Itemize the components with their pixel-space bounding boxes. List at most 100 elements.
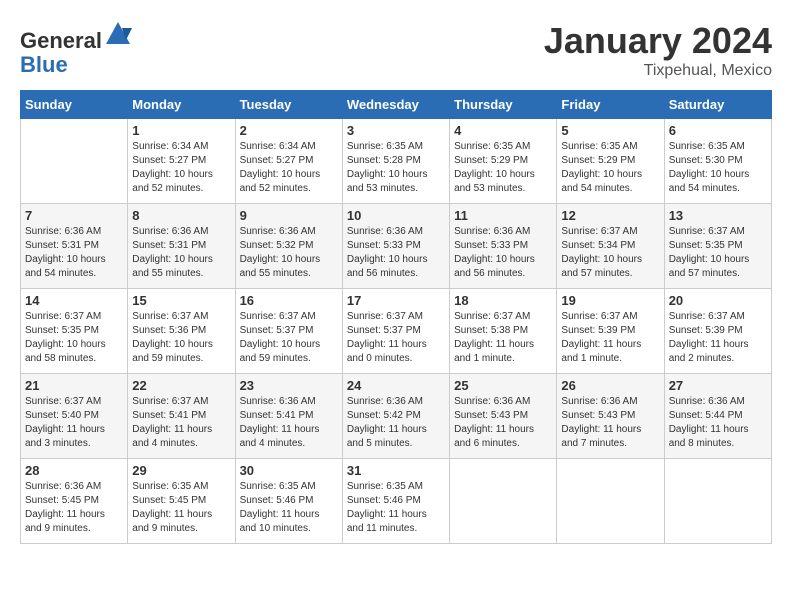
day-number: 28 [25, 463, 123, 478]
day-info: Sunrise: 6:34 AMSunset: 5:27 PMDaylight:… [132, 140, 230, 196]
calendar-cell: 6Sunrise: 6:35 AMSunset: 5:30 PMDaylight… [664, 119, 771, 204]
calendar-cell: 30 Sunrise: 6:35 AMSunset: 5:46 PMDayligh… [235, 459, 342, 544]
day-info: Sunrise: 6:37 AMSunset: 5:40 PMDaylight:… [25, 395, 123, 451]
calendar-cell: 23 Sunrise: 6:36 AMSunset: 5:41 PMDayligh… [235, 374, 342, 459]
calendar-cell: 27 Sunrise: 6:36 AMSunset: 5:44 PMDayligh… [664, 374, 771, 459]
day-info: Sunrise: 6:35 AMSunset: 5:46 PMDaylight:… [240, 480, 338, 536]
calendar-cell [664, 459, 771, 544]
day-number: 22 [132, 378, 230, 393]
calendar-week-row: 21Sunrise: 6:37 AMSunset: 5:40 PMDayligh… [21, 374, 772, 459]
day-number: 9 [240, 208, 338, 223]
day-info: Sunrise: 6:37 AMSunset: 5:39 PMDaylight:… [561, 310, 659, 366]
day-info: Sunrise: 6:36 AMSunset: 5:33 PMDaylight:… [347, 225, 445, 281]
title-area: January 2024 Tixpehual, Mexico [544, 20, 772, 80]
day-number: 3 [347, 123, 445, 138]
day-number: 14 [25, 293, 123, 308]
calendar-cell: 17Sunrise: 6:37 AMSunset: 5:37 PMDayligh… [342, 289, 449, 374]
day-number: 16 [240, 293, 338, 308]
day-info: Sunrise: 6:37 AMSunset: 5:35 PMDaylight:… [669, 225, 767, 281]
day-info: Sunrise: 6:37 AMSunset: 5:34 PMDaylight:… [561, 225, 659, 281]
day-info: Sunrise: 6:35 AMSunset: 5:46 PMDaylight:… [347, 480, 445, 536]
day-info: Sunrise: 6:35 AMSunset: 5:29 PMDaylight:… [454, 140, 552, 196]
calendar-cell: 28 Sunrise: 6:36 AMSunset: 5:45 PMDayligh… [21, 459, 128, 544]
header-row: SundayMondayTuesdayWednesdayThursdayFrid… [21, 91, 772, 119]
weekday-header: Friday [557, 91, 664, 119]
day-number: 2 [240, 123, 338, 138]
day-number: 5 [561, 123, 659, 138]
calendar-cell: 25 Sunrise: 6:36 AMSunset: 5:43 PMDayligh… [450, 374, 557, 459]
day-number: 24 [347, 378, 445, 393]
calendar-cell: 10Sunrise: 6:36 AMSunset: 5:33 PMDayligh… [342, 204, 449, 289]
day-number: 7 [25, 208, 123, 223]
calendar-table: SundayMondayTuesdayWednesdayThursdayFrid… [20, 90, 772, 544]
day-info: Sunrise: 6:36 AMSunset: 5:33 PMDaylight:… [454, 225, 552, 281]
day-info: Sunrise: 6:35 AMSunset: 5:29 PMDaylight:… [561, 140, 659, 196]
day-number: 25 [454, 378, 552, 393]
calendar-cell: 1 Sunrise: 6:34 AMSunset: 5:27 PMDaylight… [128, 119, 235, 204]
day-number: 20 [669, 293, 767, 308]
calendar-cell: 24 Sunrise: 6:36 AMSunset: 5:42 PMDayligh… [342, 374, 449, 459]
calendar-cell: 8 Sunrise: 6:36 AMSunset: 5:31 PMDaylight… [128, 204, 235, 289]
weekday-header: Monday [128, 91, 235, 119]
day-number: 19 [561, 293, 659, 308]
logo: General Blue [20, 20, 132, 77]
day-info: Sunrise: 6:36 AMSunset: 5:31 PMDaylight:… [25, 225, 123, 281]
day-info: Sunrise: 6:36 AMSunset: 5:45 PMDaylight:… [25, 480, 123, 536]
day-info: Sunrise: 6:37 AMSunset: 5:35 PMDaylight:… [25, 310, 123, 366]
day-number: 27 [669, 378, 767, 393]
day-info: Sunrise: 6:37 AMSunset: 5:36 PMDaylight:… [132, 310, 230, 366]
day-info: Sunrise: 6:37 AMSunset: 5:39 PMDaylight:… [669, 310, 767, 366]
day-info: Sunrise: 6:36 AMSunset: 5:42 PMDaylight:… [347, 395, 445, 451]
day-number: 11 [454, 208, 552, 223]
calendar-cell: 18Sunrise: 6:37 AMSunset: 5:38 PMDayligh… [450, 289, 557, 374]
day-info: Sunrise: 6:37 AMSunset: 5:37 PMDaylight:… [240, 310, 338, 366]
calendar-cell: 9 Sunrise: 6:36 AMSunset: 5:32 PMDaylight… [235, 204, 342, 289]
calendar-cell: 19 Sunrise: 6:37 AMSunset: 5:39 PMDayligh… [557, 289, 664, 374]
calendar-week-row: 7 Sunrise: 6:36 AMSunset: 5:31 PMDaylight… [21, 204, 772, 289]
calendar-cell: 29Sunrise: 6:35 AMSunset: 5:45 PMDayligh… [128, 459, 235, 544]
day-number: 23 [240, 378, 338, 393]
day-number: 13 [669, 208, 767, 223]
calendar-week-row: 14 Sunrise: 6:37 AMSunset: 5:35 PMDayligh… [21, 289, 772, 374]
calendar-cell: 7 Sunrise: 6:36 AMSunset: 5:31 PMDaylight… [21, 204, 128, 289]
day-info: Sunrise: 6:36 AMSunset: 5:43 PMDaylight:… [561, 395, 659, 451]
calendar-cell [557, 459, 664, 544]
day-number: 8 [132, 208, 230, 223]
logo-blue-text: Blue [20, 52, 68, 77]
calendar-cell: 2 Sunrise: 6:34 AMSunset: 5:27 PMDaylight… [235, 119, 342, 204]
day-number: 6 [669, 123, 767, 138]
day-info: Sunrise: 6:36 AMSunset: 5:31 PMDaylight:… [132, 225, 230, 281]
day-info: Sunrise: 6:35 AMSunset: 5:45 PMDaylight:… [132, 480, 230, 536]
day-info: Sunrise: 6:36 AMSunset: 5:32 PMDaylight:… [240, 225, 338, 281]
calendar-cell: 26Sunrise: 6:36 AMSunset: 5:43 PMDayligh… [557, 374, 664, 459]
day-number: 15 [132, 293, 230, 308]
day-info: Sunrise: 6:36 AMSunset: 5:41 PMDaylight:… [240, 395, 338, 451]
calendar-cell: 31 Sunrise: 6:35 AMSunset: 5:46 PMDayligh… [342, 459, 449, 544]
day-info: Sunrise: 6:34 AMSunset: 5:27 PMDaylight:… [240, 140, 338, 196]
calendar-cell: 22Sunrise: 6:37 AMSunset: 5:41 PMDayligh… [128, 374, 235, 459]
calendar-week-row: 1 Sunrise: 6:34 AMSunset: 5:27 PMDaylight… [21, 119, 772, 204]
day-info: Sunrise: 6:37 AMSunset: 5:38 PMDaylight:… [454, 310, 552, 366]
calendar-cell: 4 Sunrise: 6:35 AMSunset: 5:29 PMDaylight… [450, 119, 557, 204]
calendar-cell: 3Sunrise: 6:35 AMSunset: 5:28 PMDaylight… [342, 119, 449, 204]
weekday-header: Wednesday [342, 91, 449, 119]
location: Tixpehual, Mexico [544, 62, 772, 80]
calendar-cell: 11 Sunrise: 6:36 AMSunset: 5:33 PMDayligh… [450, 204, 557, 289]
calendar-cell: 20 Sunrise: 6:37 AMSunset: 5:39 PMDayligh… [664, 289, 771, 374]
day-number: 17 [347, 293, 445, 308]
calendar-cell: 14 Sunrise: 6:37 AMSunset: 5:35 PMDayligh… [21, 289, 128, 374]
day-number: 31 [347, 463, 445, 478]
calendar-cell [450, 459, 557, 544]
day-number: 4 [454, 123, 552, 138]
day-number: 30 [240, 463, 338, 478]
day-info: Sunrise: 6:36 AMSunset: 5:43 PMDaylight:… [454, 395, 552, 451]
logo-general-text: General [20, 28, 102, 53]
day-number: 1 [132, 123, 230, 138]
calendar-cell [21, 119, 128, 204]
weekday-header: Tuesday [235, 91, 342, 119]
day-info: Sunrise: 6:36 AMSunset: 5:44 PMDaylight:… [669, 395, 767, 451]
logo-icon [104, 20, 132, 48]
calendar-cell: 13 Sunrise: 6:37 AMSunset: 5:35 PMDayligh… [664, 204, 771, 289]
weekday-header: Saturday [664, 91, 771, 119]
day-number: 12 [561, 208, 659, 223]
